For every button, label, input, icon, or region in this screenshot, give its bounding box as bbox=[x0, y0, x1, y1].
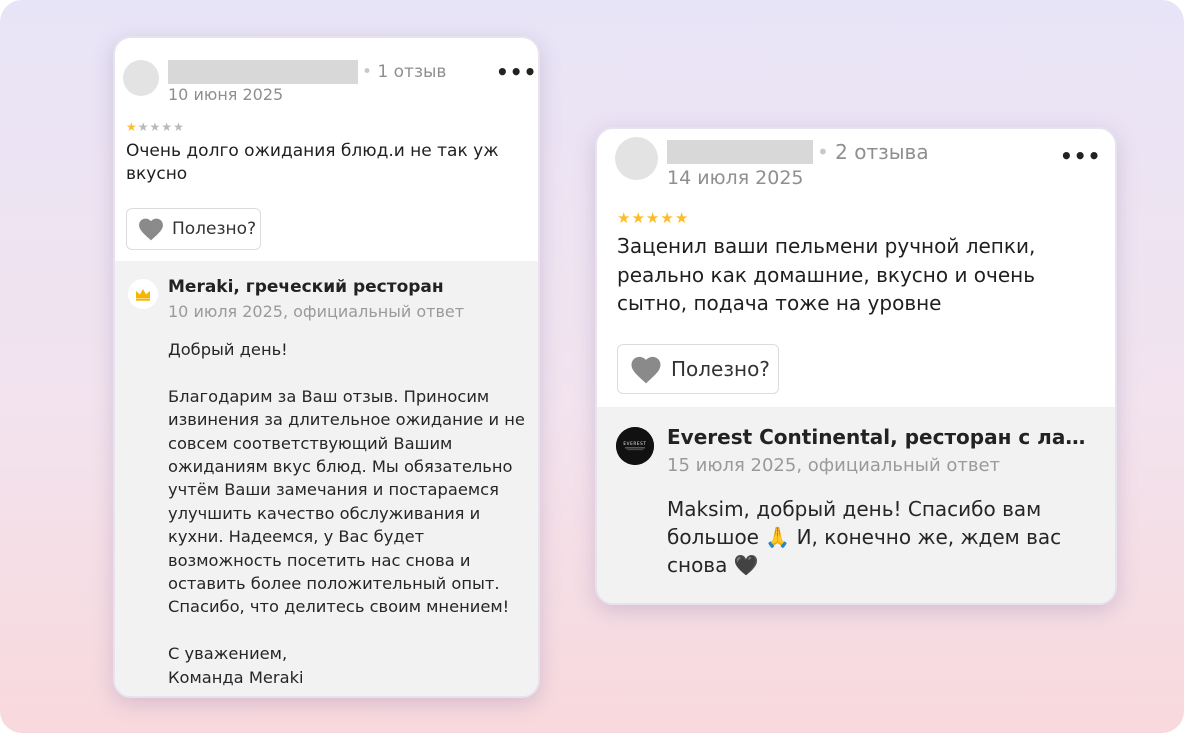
review-date: 10 июня 2025 bbox=[168, 85, 284, 104]
rating-stars: ★★★★★ bbox=[126, 120, 185, 134]
reply-date: 15 июля 2025, официальный ответ bbox=[667, 455, 1001, 476]
official-reply: Meraki, греческий ресторан 10 июля 2025,… bbox=[115, 261, 538, 696]
redacted-user-name[interactable] bbox=[667, 140, 813, 164]
business-avatar[interactable]: EVEREST bbox=[616, 427, 654, 465]
reply-text: Maksim, добрый день! Спасибо вам большое… bbox=[667, 497, 1062, 577]
official-reply: EVEREST Everest Continental, ресторан с … bbox=[597, 407, 1115, 603]
everest-logo-text: EVEREST bbox=[623, 441, 646, 446]
star-empty-icon: ★ bbox=[149, 120, 162, 134]
star-filled-icon: ★ bbox=[660, 209, 675, 227]
reply-date: 10 июля 2025, официальный ответ bbox=[168, 302, 465, 321]
star-filled-icon: ★ bbox=[645, 209, 661, 227]
review-text: Очень долго ожидания блюд.и не так уж вк… bbox=[126, 141, 499, 184]
star-filled-icon: ★ bbox=[126, 120, 138, 134]
helpful-label: Полезно? bbox=[671, 357, 770, 381]
more-options-icon[interactable]: ••• bbox=[1060, 144, 1101, 168]
crown-icon bbox=[136, 289, 150, 301]
more-options-icon[interactable]: ••• bbox=[496, 60, 537, 84]
redacted-user-name[interactable] bbox=[168, 60, 358, 84]
star-filled-icon: ★ bbox=[674, 209, 690, 227]
helpful-label: Полезно? bbox=[172, 219, 257, 239]
business-avatar[interactable] bbox=[128, 279, 158, 309]
review-card: • 2 отзыва 14 июля 2025 ••• ★★★★★ Зацени… bbox=[595, 127, 1117, 605]
review-date: 14 июля 2025 bbox=[667, 167, 804, 189]
reply-text: Добрый день! Благодарим за Ваш отзыв. Пр… bbox=[168, 340, 525, 687]
business-name[interactable]: Meraki, греческий ресторан bbox=[168, 277, 498, 297]
review-count: • 2 отзыва bbox=[817, 140, 929, 164]
rating-stars: ★★★★★ bbox=[617, 209, 689, 227]
heart-icon bbox=[139, 218, 163, 241]
star-filled-icon: ★ bbox=[631, 209, 646, 227]
heart-icon bbox=[631, 356, 661, 383]
review-count: • 1 отзыв bbox=[362, 62, 447, 82]
business-name[interactable]: Everest Continental, ресторан с лаунд… bbox=[667, 425, 1087, 449]
user-avatar[interactable] bbox=[615, 137, 658, 180]
review-text: Заценил ваши пельмени ручной лепки, реал… bbox=[617, 234, 1036, 315]
star-filled-icon: ★ bbox=[617, 209, 632, 227]
background-canvas: • 1 отзыв 10 июня 2025 ••• ★★★★★ Очень д… bbox=[0, 0, 1184, 733]
star-empty-icon: ★ bbox=[137, 120, 150, 134]
everest-logo: EVEREST bbox=[616, 427, 654, 465]
review-card: • 1 отзыв 10 июня 2025 ••• ★★★★★ Очень д… bbox=[113, 36, 540, 698]
user-avatar[interactable] bbox=[123, 60, 159, 96]
helpful-button[interactable]: Полезно? bbox=[126, 208, 261, 250]
star-empty-icon: ★ bbox=[173, 120, 185, 134]
star-empty-icon: ★ bbox=[161, 120, 174, 134]
helpful-button[interactable]: Полезно? bbox=[617, 344, 779, 394]
